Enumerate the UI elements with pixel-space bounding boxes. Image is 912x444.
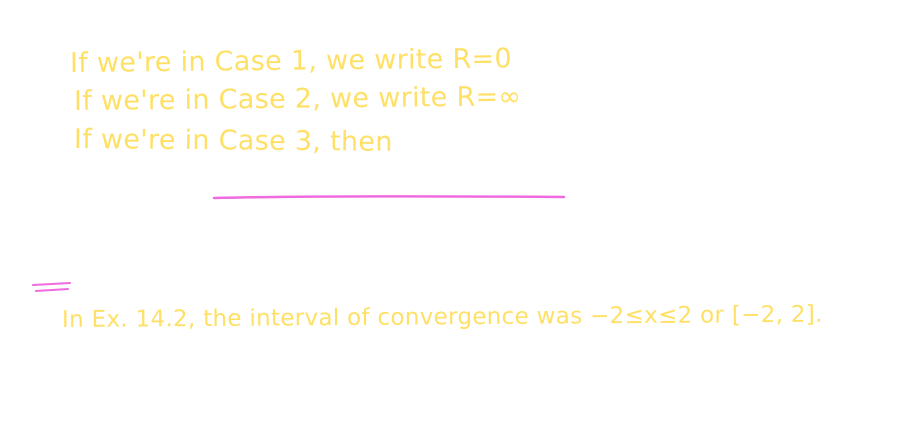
note-line-case-1: If we're in Case 1, we write R=0 [69,43,513,79]
pink-blank-line [212,195,566,200]
note-line-case-2: If we're in Case 2, we write R=∞ [73,81,522,117]
note-line-example-interval: In Ex. 14.2, the interval of convergence… [61,301,823,333]
pink-double-dash-mark-bottom [35,288,69,292]
note-line-case-3: If we're in Case 3, then [73,124,393,158]
pink-double-dash-mark-top [32,282,71,286]
